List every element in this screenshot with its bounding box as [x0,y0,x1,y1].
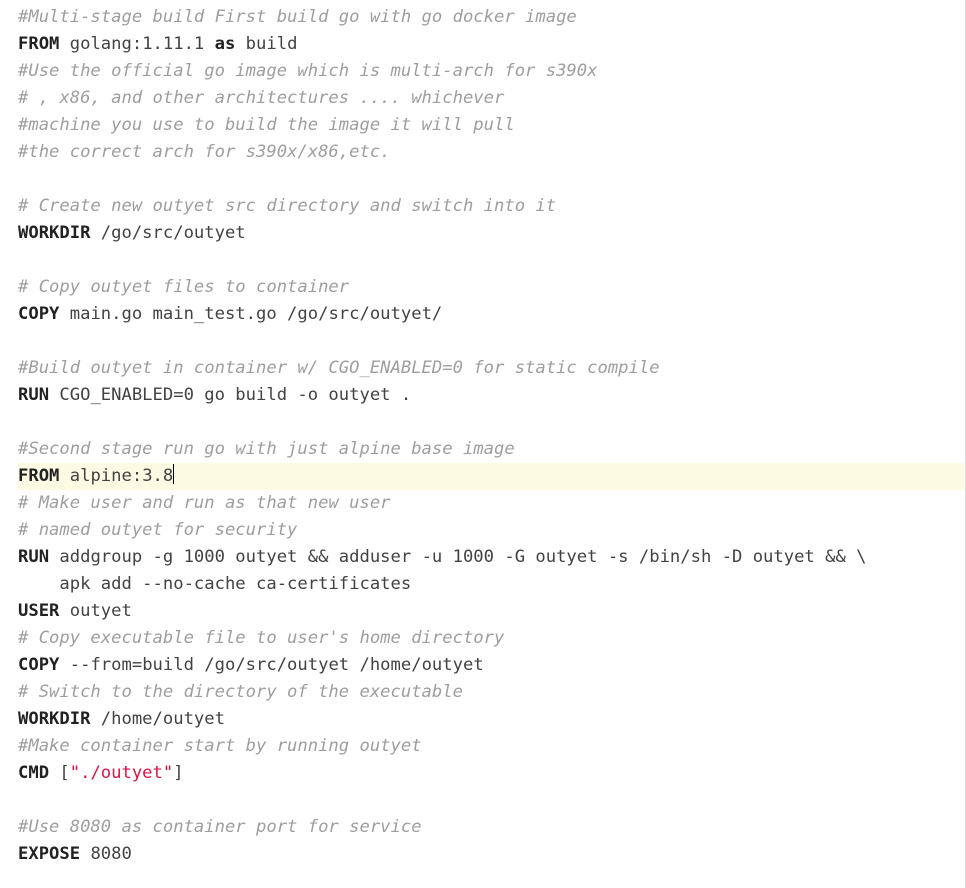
code-token-comment: # Copy outyet files to container [18,277,349,297]
code-token-comment: #Use the official go image which is mult… [18,61,597,81]
code-line[interactable] [18,247,965,274]
code-token-text: main.go main_test.go /go/src/outyet/ [59,304,442,324]
code-line[interactable] [18,166,965,193]
code-line[interactable]: # , x86, and other architectures .... wh… [18,85,965,112]
code-token-comment: # Create new outyet src directory and sw… [18,196,556,216]
code-line[interactable]: # Copy outyet files to container [18,274,965,301]
code-line[interactable]: #Use the official go image which is mult… [18,58,965,85]
code-token-string: "./outyet" [70,763,173,783]
code-line[interactable]: EXPOSE 8080 [18,841,965,868]
code-line[interactable] [18,328,965,355]
code-token-comment: # Switch to the directory of the executa… [18,682,463,702]
code-line[interactable]: #Second stage run go with just alpine ba… [18,436,965,463]
code-token-text: build [235,34,297,54]
code-token-keyword: COPY [18,655,59,675]
code-token-keyword: WORKDIR [18,223,90,243]
code-token-text: 8080 [80,844,132,864]
code-line[interactable]: #the correct arch for s390x/x86,etc. [18,139,965,166]
code-token-comment: #Second stage run go with just alpine ba… [18,439,515,459]
code-token-comment: # Copy executable file to user's home di… [18,628,504,648]
code-token-comment: # , x86, and other architectures .... wh… [18,88,504,108]
code-token-keyword: CMD [18,763,49,783]
code-token-comment: #the correct arch for s390x/x86,etc. [18,142,391,162]
code-token-text: golang:1.11.1 [59,34,214,54]
code-editor[interactable]: #Multi-stage build First build go with g… [0,0,966,888]
code-token-comment: # named outyet for security [18,520,297,540]
code-token-comment: #Make container start by running outyet [18,736,422,756]
code-token-keyword: FROM [18,34,59,54]
code-token-comment: #Build outyet in container w/ CGO_ENABLE… [18,358,660,378]
code-line[interactable]: #Use 8080 as container port for service [18,814,965,841]
code-token-text: alpine:3.8 [59,466,173,486]
code-line[interactable]: CMD ["./outyet"] [18,760,965,787]
code-line[interactable]: #Multi-stage build First build go with g… [18,4,965,31]
code-line[interactable]: # Make user and run as that new user [18,490,965,517]
code-line[interactable]: # Create new outyet src directory and sw… [18,193,965,220]
code-token-keyword: COPY [18,304,59,324]
code-token-text: CGO_ENABLED=0 go build -o outyet . [49,385,411,405]
code-line[interactable]: # Switch to the directory of the executa… [18,679,965,706]
code-token-keyword: EXPOSE [18,844,80,864]
code-line[interactable]: apk add --no-cache ca-certificates [18,571,965,598]
code-line[interactable]: RUN addgroup -g 1000 outyet && adduser -… [18,544,965,571]
code-token-keyword: as [215,34,236,54]
code-token-text: apk add --no-cache ca-certificates [18,574,411,594]
code-line[interactable] [18,409,965,436]
code-line[interactable]: #Build outyet in container w/ CGO_ENABLE… [18,355,965,382]
code-token-text: /home/outyet [90,709,225,729]
code-token-keyword: USER [18,601,59,621]
code-line[interactable]: WORKDIR /home/outyet [18,706,965,733]
code-line[interactable] [18,787,965,814]
code-line[interactable]: # named outyet for security [18,517,965,544]
text-cursor [173,464,174,484]
code-token-keyword: WORKDIR [18,709,90,729]
code-token-text: --from=build /go/src/outyet /home/outyet [59,655,483,675]
code-token-comment: #Use 8080 as container port for service [18,817,422,837]
code-line[interactable]: COPY --from=build /go/src/outyet /home/o… [18,652,965,679]
code-line[interactable]: WORKDIR /go/src/outyet [18,220,965,247]
code-line[interactable]: USER outyet [18,598,965,625]
code-line[interactable]: # Copy executable file to user's home di… [18,625,965,652]
code-token-text: addgroup -g 1000 outyet && adduser -u 10… [49,547,866,567]
code-line[interactable]: #Make container start by running outyet [18,733,965,760]
code-token-punct: [ [49,763,70,783]
code-line[interactable]: FROM golang:1.11.1 as build [18,31,965,58]
code-line[interactable]: #machine you use to build the image it w… [18,112,965,139]
code-line[interactable]: FROM alpine:3.8 [18,463,964,490]
code-token-text: /go/src/outyet [90,223,245,243]
code-token-keyword: RUN [18,385,49,405]
code-token-punct: ] [173,763,183,783]
code-token-keyword: FROM [18,466,59,486]
code-token-text: outyet [59,601,131,621]
code-line[interactable]: COPY main.go main_test.go /go/src/outyet… [18,301,965,328]
code-token-comment: #Multi-stage build First build go with g… [18,7,577,27]
code-line[interactable]: RUN CGO_ENABLED=0 go build -o outyet . [18,382,965,409]
code-token-comment: # Make user and run as that new user [18,493,391,513]
code-token-comment: #machine you use to build the image it w… [18,115,515,135]
code-token-keyword: RUN [18,547,49,567]
